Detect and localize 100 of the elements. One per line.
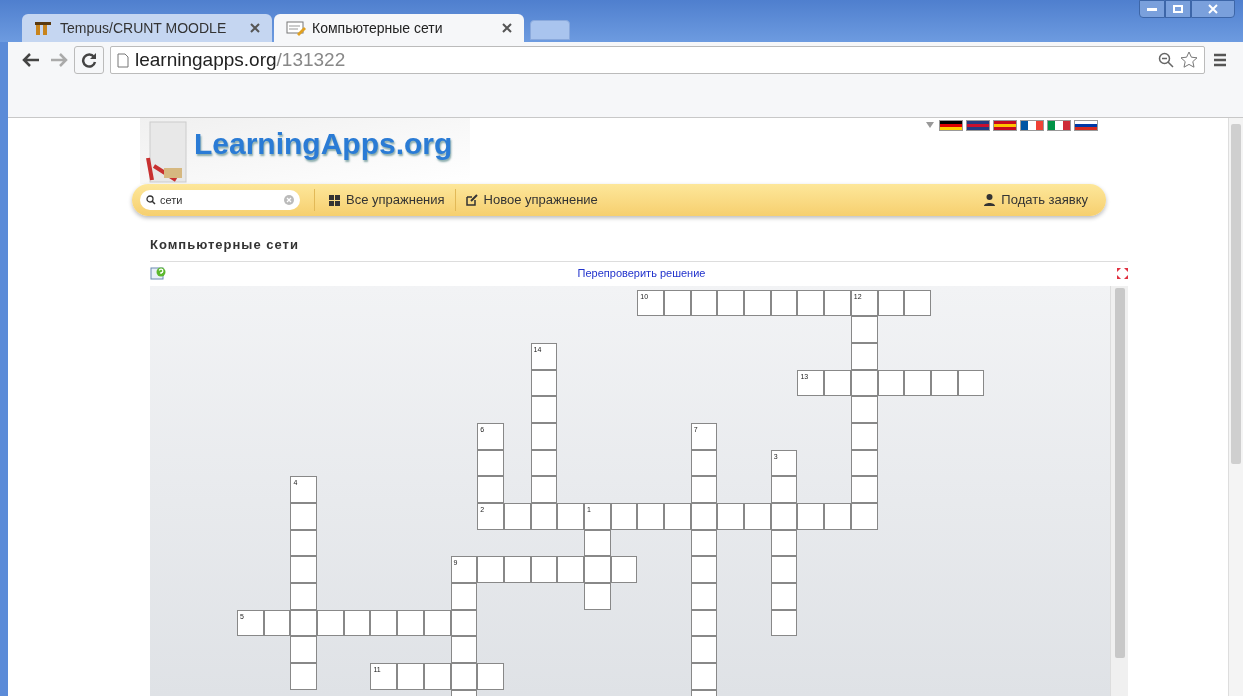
crossword-cell[interactable] (797, 503, 825, 530)
crossword-cell[interactable] (503, 556, 531, 584)
crossword-cell[interactable] (904, 289, 931, 317)
crossword-cell[interactable] (744, 289, 771, 317)
crossword-cell[interactable] (397, 609, 424, 637)
crossword-cell[interactable] (290, 556, 318, 584)
crossword-cell[interactable] (930, 369, 958, 397)
crossword-cell[interactable] (583, 556, 611, 584)
crossword-cell[interactable] (850, 476, 878, 503)
crossword-cell[interactable] (824, 369, 851, 397)
crossword-cell[interactable] (770, 529, 798, 557)
minimize-button[interactable] (1139, 0, 1165, 18)
crossword-cell[interactable] (850, 422, 878, 450)
maximize-button[interactable] (1165, 0, 1191, 18)
crossword-cell[interactable] (850, 342, 878, 370)
crossword-cell[interactable] (770, 556, 798, 584)
crossword-cell[interactable] (690, 476, 718, 503)
crossword-cell[interactable] (450, 663, 478, 690)
crossword-cell[interactable] (904, 369, 931, 397)
crossword-cell[interactable] (850, 396, 878, 423)
crossword-cell[interactable] (824, 503, 851, 530)
crossword-cell[interactable] (770, 583, 798, 610)
crossword-cell[interactable] (770, 476, 798, 503)
crossword-cell[interactable] (744, 503, 771, 530)
crossword-cell[interactable] (317, 609, 344, 637)
crossword-cell[interactable] (690, 556, 718, 584)
crossword-cell[interactable] (290, 663, 318, 690)
crossword-cell[interactable] (850, 449, 878, 477)
crossword-cell[interactable] (530, 476, 558, 503)
reload-button[interactable] (74, 46, 104, 74)
crossword-cell[interactable] (423, 663, 451, 690)
browser-tab[interactable]: Tempus/CRUNT MOODLE (22, 14, 272, 42)
crossword-cell[interactable] (343, 609, 371, 637)
crossword-cell[interactable] (770, 503, 798, 530)
address-field[interactable]: learningapps.org/131322 (110, 46, 1205, 74)
crossword-cell[interactable] (290, 609, 318, 637)
crossword-cell[interactable] (370, 609, 398, 637)
crossword-cell[interactable] (664, 503, 691, 530)
crossword-cell[interactable] (690, 529, 718, 557)
crossword-cell[interactable] (450, 636, 478, 664)
crossword-cell[interactable] (850, 316, 878, 343)
help-icon[interactable] (150, 265, 166, 282)
crossword-cell[interactable] (530, 396, 558, 423)
zoom-icon[interactable] (1158, 52, 1174, 68)
crossword-cell[interactable] (290, 503, 318, 530)
page-scrollbar[interactable] (1228, 118, 1243, 696)
clear-icon[interactable] (284, 195, 294, 205)
crossword-cell[interactable] (530, 422, 558, 450)
crossword-cell[interactable] (423, 609, 451, 637)
back-arrow-icon[interactable] (22, 53, 40, 67)
site-logo[interactable]: LearningApps.org (140, 118, 470, 184)
crossword-cell[interactable] (477, 663, 504, 690)
crossword-cell[interactable] (877, 369, 905, 397)
crossword-cell[interactable] (690, 449, 718, 477)
crossword-cell[interactable] (290, 529, 318, 557)
forward-arrow-icon[interactable] (50, 53, 68, 67)
search-field[interactable]: сети (140, 190, 300, 210)
crossword-cell[interactable] (690, 583, 718, 610)
browser-tab[interactable]: Компьютерные сети (274, 14, 524, 42)
crossword-cell[interactable] (770, 289, 798, 317)
scrollbar[interactable] (1110, 285, 1128, 696)
crossword-cell[interactable] (557, 556, 584, 584)
crossword-cell[interactable] (290, 636, 318, 664)
crossword-cell[interactable] (717, 289, 745, 317)
crossword-cell[interactable] (583, 529, 611, 557)
crossword-cell[interactable] (477, 556, 504, 584)
close-button[interactable] (1191, 0, 1235, 18)
crossword-cell[interactable] (690, 663, 718, 690)
crossword-cell[interactable] (530, 556, 558, 584)
crossword-cell[interactable] (664, 289, 691, 317)
crossword-cell[interactable] (637, 503, 664, 530)
crossword-cell[interactable] (530, 449, 558, 477)
crossword-cell[interactable] (690, 609, 718, 637)
crossword-cell[interactable] (610, 556, 638, 584)
account-link[interactable]: Подать заявку (984, 190, 1088, 210)
crossword-cell[interactable] (290, 583, 318, 610)
crossword-cell[interactable] (717, 503, 745, 530)
flag-icon[interactable] (939, 120, 963, 131)
crossword-cell[interactable] (797, 289, 825, 317)
crossword-cell[interactable] (397, 663, 424, 690)
crossword-cell[interactable] (690, 289, 718, 317)
recheck-link[interactable]: Перепроверить решение (577, 265, 706, 282)
crossword-cell[interactable] (690, 503, 718, 530)
crossword-cell[interactable] (477, 476, 504, 503)
crossword-cell[interactable] (770, 609, 798, 637)
crossword-cell[interactable] (690, 636, 718, 664)
crossword-cell[interactable] (503, 503, 531, 530)
close-icon[interactable] (250, 23, 260, 33)
crossword-cell[interactable] (530, 369, 558, 397)
star-icon[interactable] (1180, 51, 1198, 69)
crossword-cell[interactable] (877, 289, 905, 317)
nav-link[interactable]: Все упражнения (329, 190, 445, 210)
crossword-cell[interactable] (557, 503, 584, 530)
crossword-cell[interactable] (957, 369, 985, 397)
crossword-cell[interactable] (450, 583, 478, 610)
fullscreen-icon[interactable] (1117, 268, 1128, 279)
flag-icon[interactable] (1074, 120, 1098, 131)
nav-link[interactable]: Новое упражнение (465, 190, 598, 210)
crossword-cell[interactable] (850, 503, 878, 530)
close-icon[interactable] (502, 23, 512, 33)
